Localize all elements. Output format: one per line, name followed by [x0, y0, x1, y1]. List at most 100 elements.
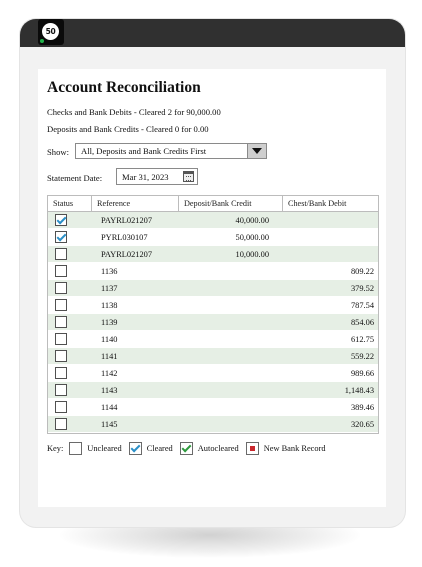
check-debit-cell: 989.66 [350, 369, 374, 378]
table-row[interactable]: 1144 389.46 [48, 399, 378, 416]
status-cell [48, 348, 92, 364]
check-debit-cell [283, 229, 378, 245]
statement-date-value: Mar 31, 2023 [122, 172, 169, 182]
status-checkbox[interactable] [55, 418, 67, 430]
key-uncleared: Uncleared [69, 442, 122, 455]
deposit-credit-cell [179, 280, 283, 296]
status-checkbox[interactable] [55, 384, 67, 396]
table-row[interactable]: 1139 854.06 [48, 314, 378, 331]
deposit-credit-cell: 40,000.00 [235, 216, 270, 225]
header-status[interactable]: Status [48, 196, 92, 211]
reference-cell: 1138 [101, 301, 118, 310]
table-row[interactable]: PYRL030107 50,000.00 [48, 229, 378, 246]
page-title: Account Reconciliation [47, 79, 201, 96]
reference-cell: PAYRL021207 [101, 250, 153, 259]
top-bar: 50 [20, 19, 405, 47]
status-checkbox[interactable] [55, 401, 67, 413]
status-cell [48, 280, 92, 296]
statement-date-field[interactable]: Mar 31, 2023 [116, 168, 198, 185]
checks-summary: Checks and Bank Debits - Cleared 2 for 9… [47, 107, 221, 117]
reference-cell: 1141 [101, 352, 118, 361]
reference-cell: 1144 [101, 403, 118, 412]
key-autocleared-label: Autocleared [197, 444, 239, 453]
key-cleared-label: Cleared [146, 444, 173, 453]
flag-icon [245, 442, 259, 455]
table-header: Status Reference Deposit/Bank Credit Che… [48, 196, 378, 212]
uncleared-box-icon [69, 442, 83, 455]
status-cell [48, 263, 92, 279]
deposit-credit-cell [179, 365, 283, 381]
deposits-summary: Deposits and Bank Credits - Cleared 0 fo… [47, 124, 209, 134]
key-new-bank-record-label: New Bank Record [263, 444, 326, 453]
show-select[interactable]: All, Deposits and Bank Credits First [75, 143, 267, 159]
reference-cell: 1136 [101, 267, 118, 276]
check-debit-cell: 787.54 [350, 301, 374, 310]
status-checkbox[interactable] [55, 231, 67, 243]
status-cell [48, 314, 92, 330]
deposit-credit-cell [179, 331, 283, 347]
reference-cell: 1140 [101, 335, 118, 344]
legend-key: Key: Uncleared Cleared Autocleared New B… [47, 442, 333, 455]
deposit-credit-cell [179, 314, 283, 330]
deposit-credit-cell [179, 297, 283, 313]
status-checkbox[interactable] [55, 299, 67, 311]
check-debit-cell: 809.22 [350, 267, 374, 276]
header-reference[interactable]: Reference [92, 196, 179, 211]
table-row[interactable]: 1140 612.75 [48, 331, 378, 348]
status-checkbox[interactable] [55, 214, 67, 226]
status-cell [48, 229, 92, 245]
reference-cell: 1137 [101, 284, 118, 293]
chevron-down-icon[interactable] [247, 144, 266, 158]
reference-cell: 1142 [101, 369, 118, 378]
reference-cell: 1143 [101, 386, 118, 395]
key-new-bank-record: New Bank Record [245, 442, 326, 455]
statement-date-label: Statement Date: [47, 173, 103, 183]
key-uncleared-label: Uncleared [87, 444, 122, 453]
table-row[interactable]: 1137 379.52 [48, 280, 378, 297]
key-label: Key: [47, 444, 64, 453]
reference-cell: 1139 [101, 318, 118, 327]
status-checkbox[interactable] [55, 367, 67, 379]
check-debit-cell [283, 246, 378, 262]
table-row[interactable]: PAYRL021207 40,000.00 [48, 212, 378, 229]
check-debit-cell [283, 212, 378, 228]
table-row[interactable]: 1142 989.66 [48, 365, 378, 382]
status-checkbox[interactable] [55, 333, 67, 345]
reference-cell: PYRL030107 [101, 233, 148, 242]
deposit-credit-cell [179, 382, 283, 398]
check-debit-cell: 379.52 [350, 284, 374, 293]
status-checkbox[interactable] [55, 248, 67, 260]
deposit-credit-cell: 10,000.00 [235, 250, 270, 259]
status-checkbox[interactable] [55, 282, 67, 294]
table-row[interactable]: 1138 787.54 [48, 297, 378, 314]
check-debit-cell: 1,148.43 [344, 386, 374, 395]
calendar-icon[interactable] [183, 171, 194, 182]
logo-dot [40, 39, 44, 43]
status-cell [48, 399, 92, 415]
table-body: PAYRL021207 40,000.00 PYRL030107 50,000.00 P… [48, 212, 378, 433]
deposit-credit-cell [179, 348, 283, 364]
logo-badge: 50 [42, 23, 59, 40]
status-checkbox[interactable] [55, 265, 67, 277]
status-cell [48, 331, 92, 347]
status-cell [48, 416, 92, 432]
table-row[interactable]: 1143 1,148.43 [48, 382, 378, 399]
header-deposit-credit[interactable]: Deposit/Bank Credit [179, 196, 283, 211]
app-logo: 50 [38, 19, 64, 45]
logo-text: 50 [45, 27, 56, 36]
table-row[interactable]: 1136 809.22 [48, 263, 378, 280]
reconciliation-panel: Account Reconciliation Checks and Bank D… [38, 69, 386, 507]
status-cell [48, 212, 92, 228]
key-cleared: Cleared [128, 442, 173, 455]
header-check-debit[interactable]: Chest/Bank Debit [283, 196, 378, 211]
status-checkbox[interactable] [55, 316, 67, 328]
table-row[interactable]: 1141 559.22 [48, 348, 378, 365]
check-debit-cell: 320.65 [350, 420, 374, 429]
table-row[interactable]: PAYRL021207 10,000.00 [48, 246, 378, 263]
table-row[interactable]: 1145 320.65 [48, 416, 378, 433]
reconciliation-table: Status Reference Deposit/Bank Credit Che… [47, 195, 379, 434]
check-debit-cell: 559.22 [350, 352, 374, 361]
show-select-value: All, Deposits and Bank Credits First [81, 146, 207, 156]
status-checkbox[interactable] [55, 350, 67, 362]
autocleared-check-icon [179, 442, 193, 455]
